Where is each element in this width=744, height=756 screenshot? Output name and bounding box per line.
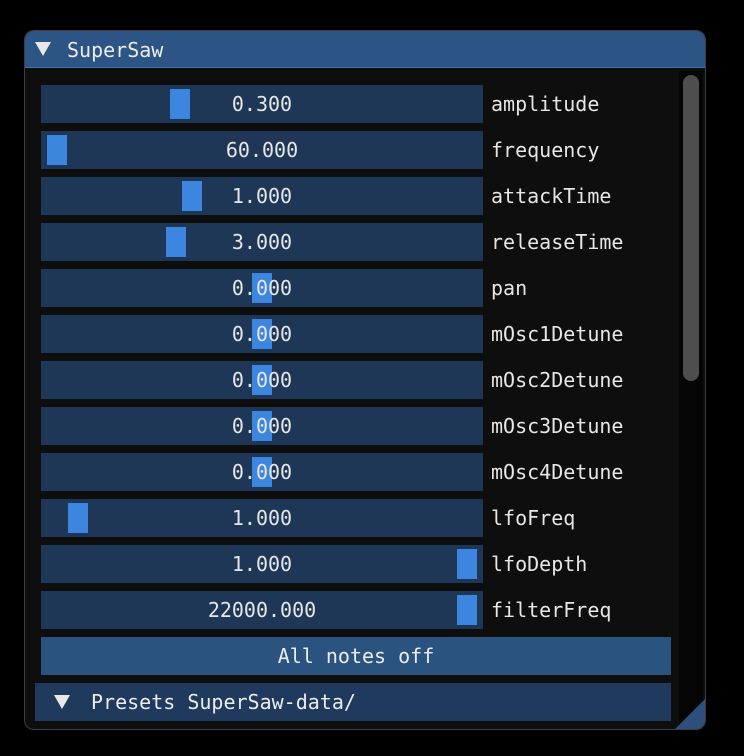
slider-mOsc4Detune[interactable]: 0.000 <box>41 453 483 491</box>
slider-grab-handle[interactable] <box>252 365 272 395</box>
slider-attackTime[interactable]: 1.000 <box>41 177 483 215</box>
slider-value: 1.000 <box>231 506 293 530</box>
slider-amplitude[interactable]: 0.300 <box>41 85 483 123</box>
window-title-bar[interactable]: SuperSaw <box>25 31 705 68</box>
slider-mOsc2Detune[interactable]: 0.000 <box>41 361 483 399</box>
slider-grab-handle[interactable] <box>68 503 88 533</box>
slider-grab-handle[interactable] <box>252 457 272 487</box>
param-label: releaseTime <box>491 230 624 254</box>
slider-value: 0.300 <box>231 92 293 116</box>
param-label: mOsc2Detune <box>491 368 624 392</box>
slider-value: 22000.000 <box>207 598 317 622</box>
param-row-mOsc3Detune: 0.000 mOsc3Detune <box>41 407 623 445</box>
param-row-attackTime: 1.000 attackTime <box>41 177 611 215</box>
slider-releaseTime[interactable]: 3.000 <box>41 223 483 261</box>
slider-filterFreq[interactable]: 22000.000 <box>41 591 483 629</box>
collapse-triangle-icon[interactable] <box>35 42 51 56</box>
param-label: mOsc4Detune <box>491 460 624 484</box>
presets-header[interactable]: Presets SuperSaw-data/ <box>35 683 671 721</box>
param-label: amplitude <box>491 92 600 116</box>
slider-grab-handle[interactable] <box>170 89 190 119</box>
param-label: pan <box>491 276 528 300</box>
param-row-lfoFreq: 1.000 lfoFreq <box>41 499 575 537</box>
param-label: attackTime <box>491 184 612 208</box>
presets-collapse-triangle-icon[interactable] <box>54 695 70 709</box>
slider-frequency[interactable]: 60.000 <box>41 131 483 169</box>
scrollbar-thumb[interactable] <box>683 75 699 381</box>
param-label: filterFreq <box>491 598 612 622</box>
param-row-frequency: 60.000 frequency <box>41 131 599 169</box>
param-row-mOsc1Detune: 0.000 mOsc1Detune <box>41 315 623 353</box>
slider-grab-handle[interactable] <box>457 595 477 625</box>
slider-value: 60.000 <box>225 138 299 162</box>
param-label: mOsc3Detune <box>491 414 624 438</box>
presets-header-label: Presets SuperSaw-data/ <box>91 690 356 714</box>
param-label: frequency <box>491 138 600 162</box>
slider-lfoFreq[interactable]: 1.000 <box>41 499 483 537</box>
slider-grab-handle[interactable] <box>166 227 186 257</box>
param-row-filterFreq: 22000.000 filterFreq <box>41 591 611 629</box>
param-row-releaseTime: 3.000 releaseTime <box>41 223 623 261</box>
supersaw-window: SuperSaw 0.300 amplitude 60.000 frequency 1.… <box>24 30 706 730</box>
slider-lfoDepth[interactable]: 1.000 <box>41 545 483 583</box>
slider-value: 3.000 <box>231 230 293 254</box>
slider-mOsc1Detune[interactable]: 0.000 <box>41 315 483 353</box>
param-label: mOsc1Detune <box>491 322 624 346</box>
slider-pan[interactable]: 0.000 <box>41 269 483 307</box>
param-row-pan: 0.000 pan <box>41 269 527 307</box>
slider-grab-handle[interactable] <box>47 135 67 165</box>
param-row-lfoDepth: 1.000 lfoDepth <box>41 545 587 583</box>
slider-value: 1.000 <box>231 552 293 576</box>
param-row-mOsc2Detune: 0.000 mOsc2Detune <box>41 361 623 399</box>
vertical-scrollbar[interactable] <box>679 71 703 727</box>
slider-grab-handle[interactable] <box>182 181 202 211</box>
param-label: lfoDepth <box>491 552 588 576</box>
slider-grab-handle[interactable] <box>252 273 272 303</box>
slider-mOsc3Detune[interactable]: 0.000 <box>41 407 483 445</box>
slider-value: 1.000 <box>231 184 293 208</box>
slider-grab-handle[interactable] <box>457 549 477 579</box>
param-label: lfoFreq <box>491 506 576 530</box>
window-title: SuperSaw <box>67 38 164 62</box>
all-notes-off-button[interactable]: All notes off <box>41 637 671 675</box>
param-row-mOsc4Detune: 0.000 mOsc4Detune <box>41 453 623 491</box>
param-row-amplitude: 0.300 amplitude <box>41 85 599 123</box>
resize-grip-icon[interactable] <box>675 699 705 729</box>
slider-grab-handle[interactable] <box>252 411 272 441</box>
slider-grab-handle[interactable] <box>252 319 272 349</box>
